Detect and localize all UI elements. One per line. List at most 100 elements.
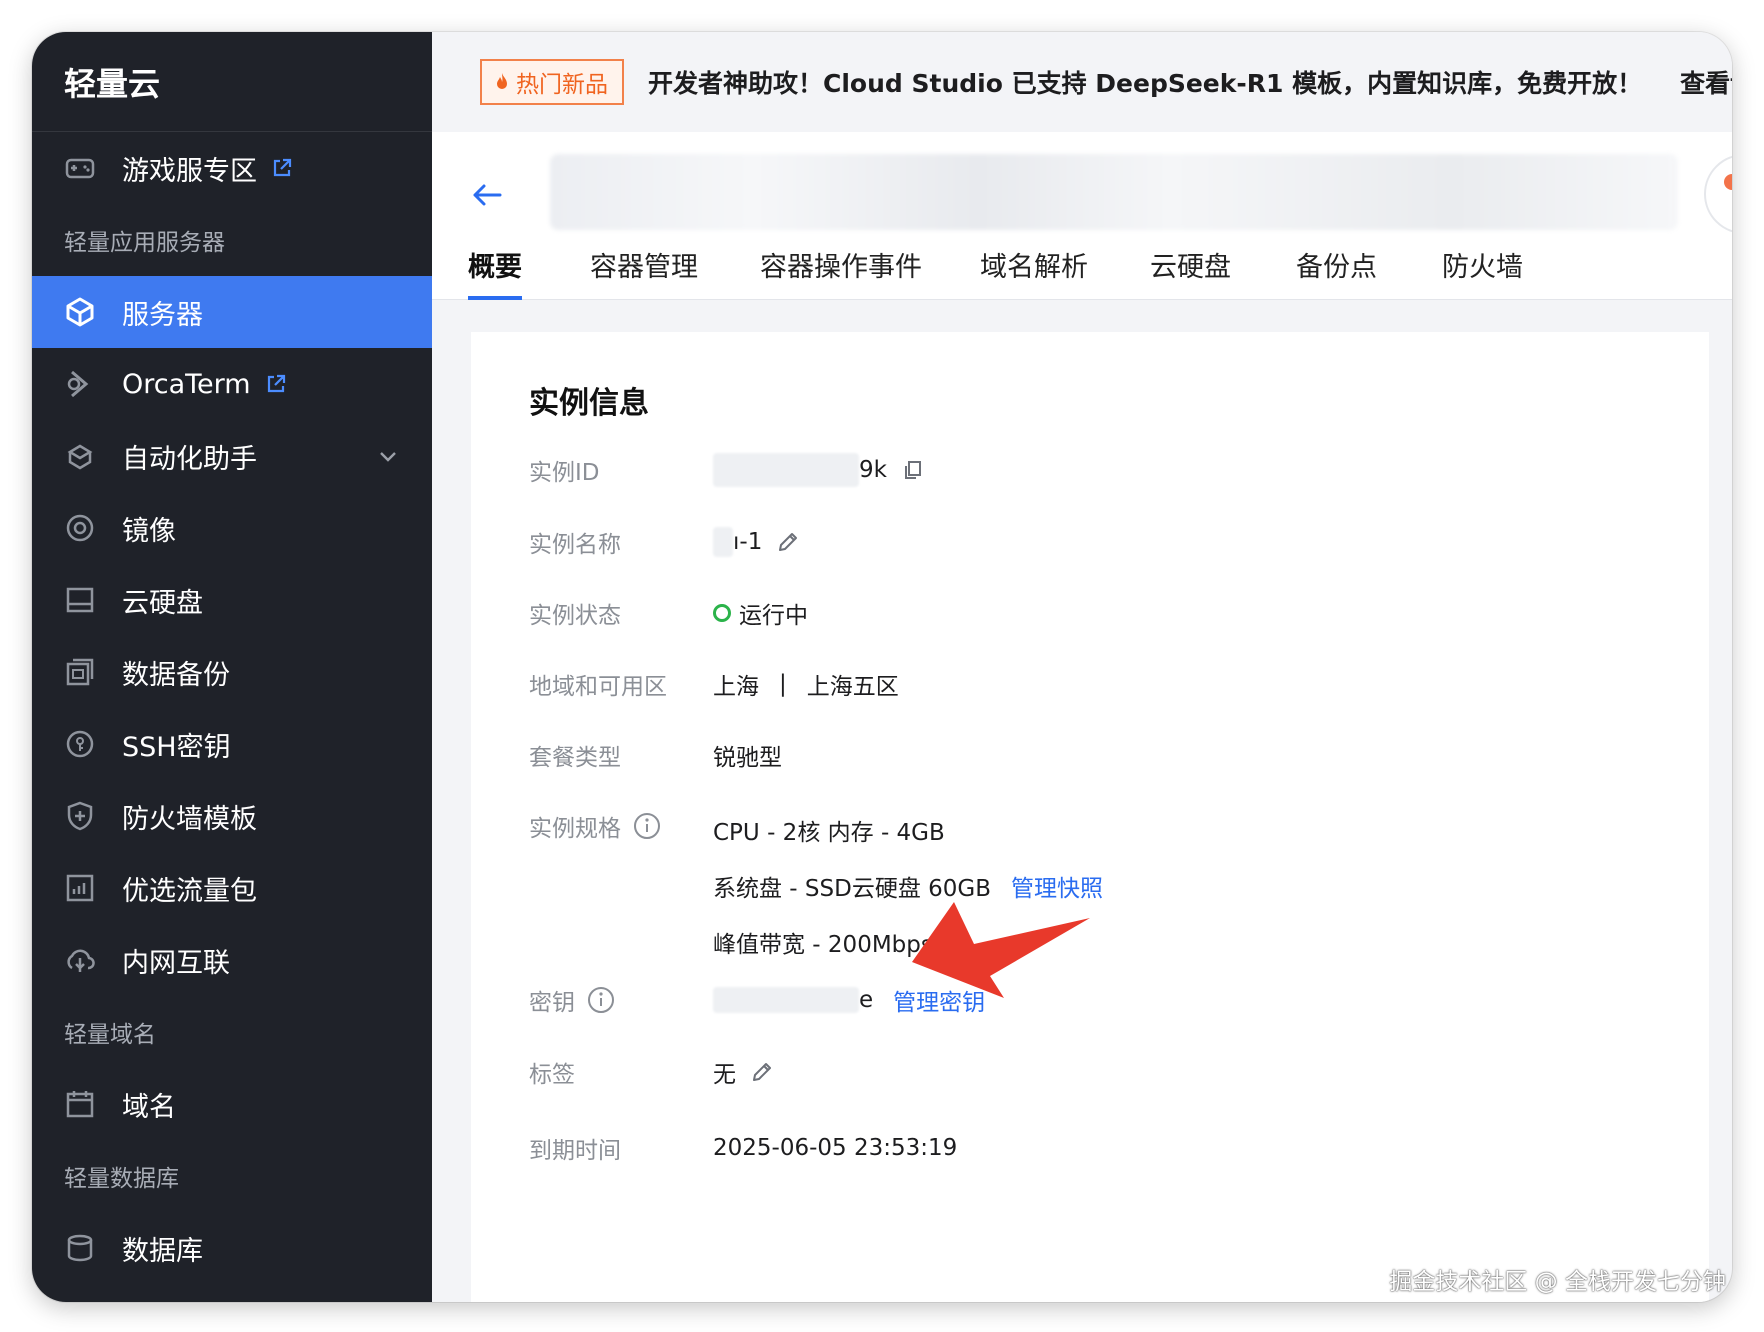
redacted-instance-title <box>550 154 1678 230</box>
status-running-icon <box>713 604 731 622</box>
sidebar-item-backup[interactable]: 数据备份 <box>32 636 432 708</box>
tab-3[interactable]: 域名解析 <box>980 228 1088 300</box>
region-text: 上海 <box>713 674 759 700</box>
spec-label: 实例规格 <box>529 808 713 844</box>
region-separator: | <box>779 671 787 697</box>
instance-id-value: 9k <box>713 452 925 488</box>
link-icon <box>64 944 96 976</box>
info-icon[interactable] <box>633 812 661 840</box>
sidebar-item-label: SSH密钥 <box>122 731 231 763</box>
sidebar-item-label: 数据库 <box>122 1235 203 1267</box>
spec-disk: 系统盘 - SSD云硬盘 60GB <box>713 876 992 902</box>
instance-name-suffix: ı-1 <box>733 529 763 555</box>
sidebar-nav: 游戏服专区轻量应用服务器服务器 OrcaTerm 自动化助手 镜像云硬盘数据备份 SSH… <box>32 132 432 1284</box>
sidebar-item-intranet[interactable]: 内网互联 <box>32 924 432 996</box>
tab-item-wrapper: 备份点 <box>1296 228 1442 300</box>
banner-text: 开发者神助攻！Cloud Studio 已支持 DeepSeek-R1 模板，内… <box>648 69 1643 98</box>
region-label: 地域和可用区 <box>529 674 667 700</box>
tab-item-wrapper: 概要 <box>468 228 590 300</box>
terminal-icon <box>64 368 96 400</box>
sidebar-item-label: 优选流量包 <box>122 875 257 907</box>
sidebar-item-ssh-keys[interactable]: SSH密钥 <box>32 708 432 780</box>
banner-more-link[interactable]: 查看详情 <box>1680 64 1732 100</box>
sidebar-group-domain: 轻量域名 <box>32 996 432 1068</box>
instance-id-suffix: 9k <box>859 457 887 483</box>
copy-icon[interactable] <box>901 458 925 482</box>
key-label: 密钥 <box>529 982 713 1018</box>
tab-item-wrapper: 云硬盘 <box>1150 228 1296 300</box>
row-region: 地域和可用区 上海 | 上海五区 <box>529 666 899 702</box>
tab-4[interactable]: 云硬盘 <box>1150 228 1231 300</box>
sidebar-item-label: 防火墙模板 <box>122 803 257 835</box>
tag-value-text: 无 <box>713 1062 736 1088</box>
spec-disk-line: 系统盘 - SSD云硬盘 60GB 管理快照 <box>713 868 1103 904</box>
sidebar-item-label: 云硬盘 <box>122 587 203 619</box>
sidebar-group-label: 轻量数据库 <box>64 1166 179 1192</box>
expire-value: 2025-06-05 23:53:19 <box>713 1135 958 1161</box>
backup-icon <box>64 656 96 688</box>
tab-item-wrapper: 容器操作事件 <box>760 228 980 300</box>
calendar-icon <box>64 1088 96 1120</box>
instance-id-label: 实例ID <box>529 460 600 486</box>
tab-0[interactable]: 概要 <box>468 228 522 300</box>
sidebar-item-label: 游戏服专区 <box>122 155 257 187</box>
tab-5[interactable]: 备份点 <box>1296 228 1377 300</box>
info-icon[interactable] <box>587 986 615 1014</box>
plan-label: 套餐类型 <box>529 745 621 771</box>
edit-pencil-icon[interactable] <box>750 1060 774 1084</box>
sidebar-item-images[interactable]: 镜像 <box>32 492 432 564</box>
sidebar-item-domain[interactable]: 域名 <box>32 1068 432 1140</box>
sidebar-item-label: 服务器 <box>122 299 203 331</box>
tag-label: 标签 <box>529 1062 575 1088</box>
hot-badge-label: 热门新品 <box>516 72 608 98</box>
status-text: 运行中 <box>739 603 808 629</box>
sidebar-item-label: 内网互联 <box>122 947 230 979</box>
promo-banner[interactable]: 热门新品 开发者神助攻！Cloud Studio 已支持 DeepSeek-R1… <box>432 32 1732 132</box>
instance-name-value: ı-1 <box>713 524 800 560</box>
expire-label: 到期时间 <box>529 1138 621 1164</box>
brand-logo[interactable]: 轻量云 <box>32 32 432 132</box>
redacted-mask <box>713 987 859 1013</box>
sidebar-item-label: 数据备份 <box>122 659 230 691</box>
sidebar-item-cloud-disk[interactable]: 云硬盘 <box>32 564 432 636</box>
external-link-icon <box>273 158 292 177</box>
tab-bar: 概要 容器管理 容器操作事件 域名解析 云硬盘 备份点 防火墙 <box>468 228 1542 300</box>
sidebar-item-label: 域名 <box>122 1091 176 1123</box>
watermark: 掘金技术社区 @ 全栈开发七分钟 <box>1389 1269 1726 1295</box>
assistant-avatar-icon[interactable] <box>1704 154 1732 234</box>
tab-item-wrapper: 防火墙 <box>1442 228 1542 300</box>
sidebar-group-label: 轻量应用服务器 <box>64 230 225 256</box>
sidebar-group-database: 轻量数据库 <box>32 1140 432 1212</box>
zone-text: 上海五区 <box>806 674 899 700</box>
sidebar-item-automation[interactable]: 自动化助手 <box>32 420 432 492</box>
edit-pencil-icon[interactable] <box>776 530 800 554</box>
instance-info-card: 实例信息 实例ID 9k 实例名称 ı-1 实例状态 运行中 地域和可用区 上海… <box>471 332 1709 1302</box>
chevron-down-icon[interactable] <box>376 444 400 468</box>
tab-2[interactable]: 容器操作事件 <box>760 228 922 300</box>
sidebar-item-game-server[interactable]: 游戏服专区 <box>32 132 432 204</box>
spec-cpu: CPU - 2核 内存 - 4GB <box>713 820 945 846</box>
spec-label-text: 实例规格 <box>529 816 621 842</box>
sidebar-item-label: OrcaTerm <box>122 368 251 400</box>
cube-icon <box>64 296 96 328</box>
sidebar-item-orcaterm[interactable]: OrcaTerm <box>32 348 432 420</box>
plan-value: 锐驰型 <box>713 745 782 771</box>
chart-icon <box>64 872 96 904</box>
tab-6[interactable]: 防火墙 <box>1442 228 1523 300</box>
redacted-mask <box>713 453 859 487</box>
sidebar-item-database[interactable]: 数据库 <box>32 1212 432 1284</box>
instance-status-value: 运行中 <box>713 595 808 631</box>
sidebar-item-servers[interactable]: 服务器 <box>32 276 432 348</box>
row-expire: 到期时间 2025-06-05 23:53:19 <box>529 1130 957 1166</box>
tab-item-wrapper: 域名解析 <box>980 228 1150 300</box>
manage-snapshot-link[interactable]: 管理快照 <box>1011 869 1103 903</box>
key-icon <box>64 728 96 760</box>
tab-1[interactable]: 容器管理 <box>590 228 698 300</box>
disk-icon <box>64 584 96 616</box>
sidebar-item-firewall-templates[interactable]: 防火墙模板 <box>32 780 432 852</box>
main-content: 热门新品 开发者神助攻！Cloud Studio 已支持 DeepSeek-R1… <box>432 32 1732 1302</box>
hot-badge: 热门新品 <box>480 59 624 105</box>
row-instance-id: 实例ID 9k <box>529 452 925 488</box>
back-arrow-icon[interactable] <box>470 178 504 212</box>
sidebar-item-traffic-package[interactable]: 优选流量包 <box>32 852 432 924</box>
